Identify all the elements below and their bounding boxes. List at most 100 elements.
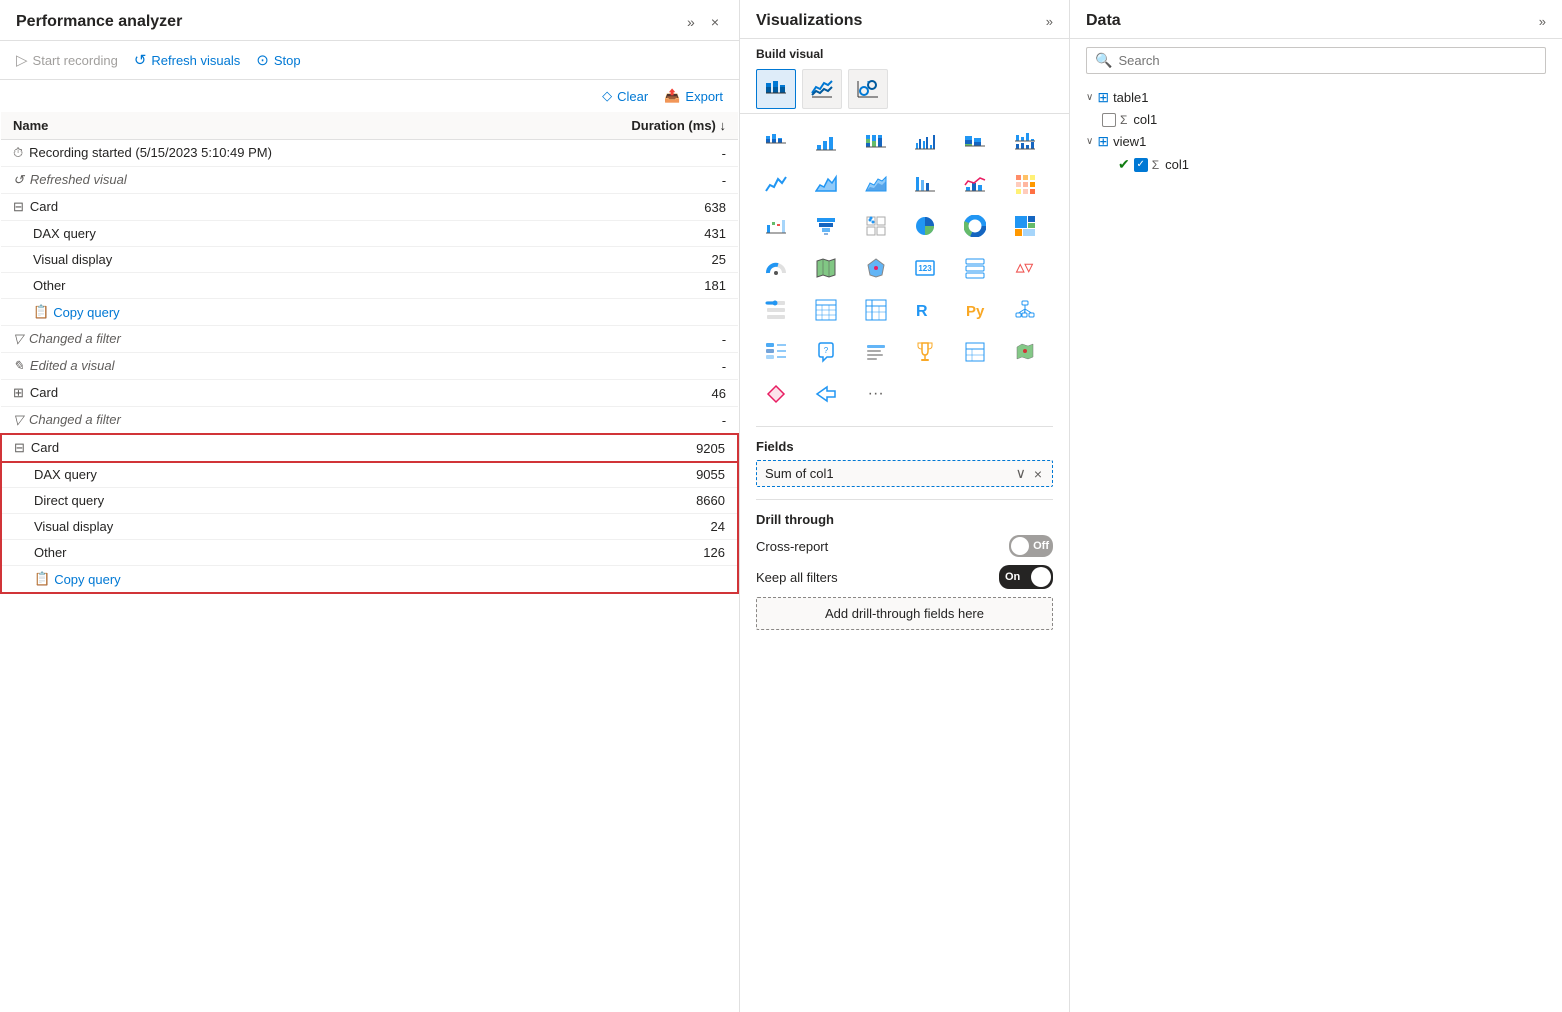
view1-col1-checkbox[interactable] (1134, 158, 1148, 172)
start-recording-label: Start recording (33, 53, 118, 68)
search-input[interactable] (1118, 53, 1537, 68)
viz-btn-python-visual[interactable]: Py (955, 290, 995, 330)
viz-btn-r-visual[interactable]: R (905, 290, 945, 330)
data-title: Data (1086, 12, 1121, 30)
add-drillthrough-field[interactable]: Add drill-through fields here (756, 597, 1053, 630)
viz-btn-combo[interactable] (955, 164, 995, 204)
keep-filters-toggle[interactable]: On (999, 565, 1053, 589)
viz-btn-paginated[interactable] (955, 332, 995, 372)
table-row: DAX query 431 (1, 221, 738, 247)
table1-col1-checkbox[interactable] (1102, 113, 1116, 127)
viz-divider2 (756, 499, 1053, 500)
name-column-header: Name (1, 112, 520, 140)
sort-icon: ↓ (720, 118, 727, 133)
copy-icon: 📋 (33, 304, 49, 320)
viz-btn-100pct-bar[interactable] (856, 122, 896, 162)
viz-btn-shape[interactable] (756, 374, 796, 414)
viz-btn-line[interactable] (756, 164, 796, 204)
expand-icon[interactable]: » (683, 12, 699, 32)
viz-icon-scatter[interactable] (848, 69, 888, 109)
viz-btn-ribbon[interactable] (905, 164, 945, 204)
viz-icon-line[interactable] (802, 69, 842, 109)
tree-item-view1-col1[interactable]: ✔ Σ col1 (1070, 153, 1562, 176)
viz-btn-stacked-area[interactable] (856, 164, 896, 204)
svg-text:R: R (916, 303, 928, 320)
svg-text:△▽: △▽ (1015, 262, 1033, 274)
viz-btn-gauge[interactable] (756, 248, 796, 288)
viz-btn-hierarchy[interactable] (756, 332, 796, 372)
data-expand-icon[interactable]: » (1539, 14, 1546, 29)
start-recording-button[interactable]: ▷ Start recording (16, 51, 118, 69)
field-remove-button[interactable]: × (1032, 465, 1044, 482)
viz-icon-stacked-bar[interactable] (756, 69, 796, 109)
copy-query-link[interactable]: 📋 Copy query (33, 304, 508, 320)
viz-btn-donut[interactable] (955, 206, 995, 246)
viz-btn-trophy[interactable] (905, 332, 945, 372)
data-header: Data » (1070, 0, 1562, 39)
viz-title: Visualizations (756, 12, 862, 30)
close-icon[interactable]: × (707, 12, 723, 32)
green-check-icon: ✔ (1118, 156, 1130, 173)
tree-item-view1[interactable]: ∨ ⊞ view1 (1070, 130, 1562, 153)
table-row[interactable]: ⊞Card 46 (1, 380, 738, 407)
export-button[interactable]: 📤 Export (664, 88, 723, 104)
viz-grid: 123 △▽ R Py ? (740, 114, 1069, 422)
perf-title: Performance analyzer (16, 13, 182, 31)
viz-btn-decomposition[interactable] (1005, 290, 1045, 330)
viz-btn-waterfall[interactable] (756, 206, 796, 246)
view1-col1-label: col1 (1165, 157, 1189, 172)
search-box: 🔍 (1086, 47, 1546, 74)
viz-btn-kpi[interactable]: △▽ (1005, 248, 1045, 288)
table-row-highlighted[interactable]: ⊟Card 9205 (1, 434, 738, 462)
viz-btn-card[interactable]: 123 (905, 248, 945, 288)
viz-btn-funnel[interactable] (806, 206, 846, 246)
viz-btn-treemap[interactable] (1005, 206, 1045, 246)
copy-query-link2[interactable]: 📋 Copy query (34, 571, 508, 587)
viz-btn-multirow-card[interactable] (955, 248, 995, 288)
viz-btn-scatter-matrix[interactable] (856, 206, 896, 246)
viz-btn-smart-narrative[interactable] (856, 332, 896, 372)
table-row: Other 126 (1, 540, 738, 566)
viz-btn-heatmap[interactable] (1005, 164, 1045, 204)
viz-btn-table[interactable] (806, 290, 846, 330)
table-icon: ⊞ (1097, 89, 1109, 106)
viz-btn-more[interactable]: ··· (856, 374, 896, 414)
duration-column-header[interactable]: Duration (ms) ↓ (520, 112, 738, 140)
viz-expand-icon[interactable]: » (1046, 14, 1053, 29)
clear-icon: ◇ (602, 88, 612, 104)
table-row: 📋 Copy query (1, 299, 738, 326)
viz-btn-bar[interactable] (806, 122, 846, 162)
table-row: Visual display 25 (1, 247, 738, 273)
viz-btn-slicer[interactable] (756, 290, 796, 330)
tree-item-table1-col1[interactable]: Σ col1 (1070, 109, 1562, 130)
viz-type-icons-row (740, 65, 1069, 114)
viz-btn-area[interactable] (806, 164, 846, 204)
fields-section: Fields Sum of col1 ∨ × (740, 431, 1069, 495)
cross-report-toggle[interactable]: Off (1009, 535, 1053, 557)
start-icon: ▷ (16, 51, 28, 69)
table-row: Visual display 24 (1, 514, 738, 540)
viz-btn-map[interactable] (806, 248, 846, 288)
viz-btn-azure-map[interactable] (1005, 332, 1045, 372)
viz-btn-small-multiples[interactable] (1005, 122, 1045, 162)
viz-btn-stacked-bar[interactable] (756, 122, 796, 162)
viz-btn-stacked-bar2[interactable] (955, 122, 995, 162)
tree-item-table1[interactable]: ∨ ⊞ table1 (1070, 86, 1562, 109)
clear-button[interactable]: ◇ Clear (602, 88, 648, 104)
viz-btn-clustered-bar[interactable] (905, 122, 945, 162)
viz-btn-matrix[interactable] (856, 290, 896, 330)
table-row[interactable]: ⊟Card 638 (1, 194, 738, 221)
table-row: 📋 Copy query (1, 566, 738, 594)
svg-text:Py: Py (966, 303, 985, 320)
refresh-visuals-button[interactable]: ↺ Refresh visuals (134, 51, 240, 69)
viz-btn-arrow[interactable] (806, 374, 846, 414)
refresh-row-icon: ↺ (13, 172, 24, 187)
stop-icon: ⊙ (256, 51, 269, 69)
viz-btn-pie[interactable] (905, 206, 945, 246)
viz-btn-qa[interactable]: ? (806, 332, 846, 372)
viz-btn-filled-map[interactable] (856, 248, 896, 288)
stop-button[interactable]: ⊙ Stop (256, 51, 300, 69)
view-icon: ⊞ (1097, 133, 1109, 150)
field-chevron-down-button[interactable]: ∨ (1014, 465, 1028, 482)
stop-label: Stop (274, 53, 301, 68)
